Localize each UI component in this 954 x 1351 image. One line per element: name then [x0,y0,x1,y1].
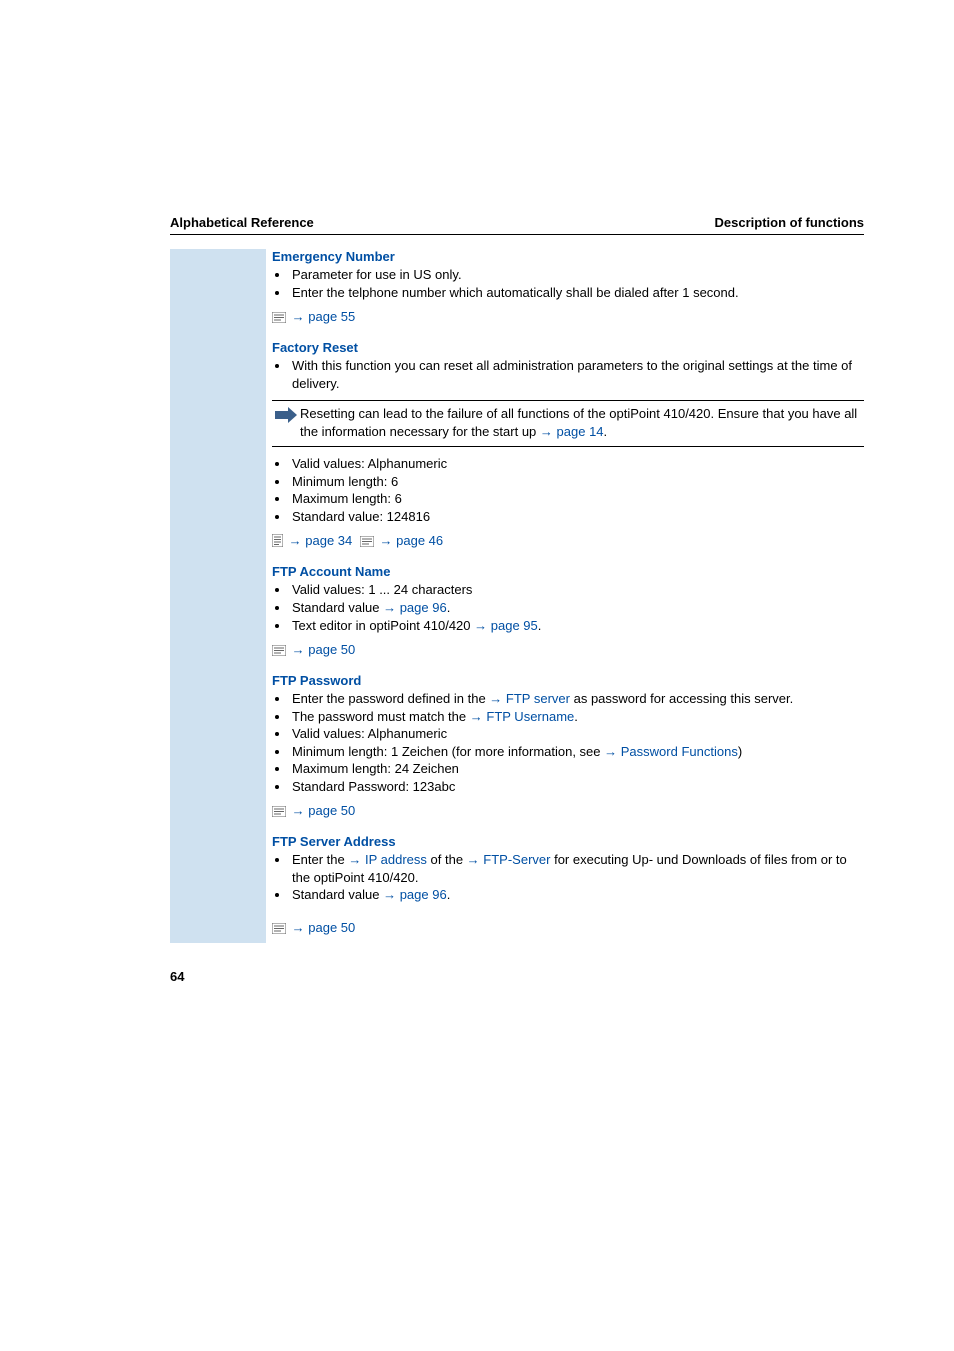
list-item: Maximum length: 24 Zeichen [290,760,864,778]
arrow-icon: → [289,533,302,548]
section-title-ftp-account: FTP Account Name [272,564,864,579]
ref-link[interactable]: page 96 [400,600,447,615]
arrow-icon: → [470,709,483,724]
list-item: Standard Password: 123abc [290,778,864,796]
list-item: Valid values: Alphanumeric [290,455,864,473]
arrow-icon: → [292,642,305,657]
list-item: With this function you can reset all adm… [290,357,864,392]
ref-icon [272,644,286,659]
header-right: Description of functions [715,215,865,230]
cross-ref[interactable]: → page 50 [272,920,864,937]
factory-list-1: With this function you can reset all adm… [272,357,864,392]
ref-link[interactable]: FTP server [506,691,570,706]
document-page: Alphabetical Reference Description of fu… [0,0,954,1136]
arrow-icon: → [292,920,305,935]
note-text: Resetting can lead to the failure of all… [300,405,864,440]
header-left: Alphabetical Reference [170,215,314,230]
ftp-password-list: Enter the password defined in the → FTP … [272,690,864,795]
list-item: The password must match the → FTP Userna… [290,708,864,726]
ref-link[interactable]: page 50 [308,920,355,935]
arrow-icon: → [540,424,553,439]
list-item: Valid values: Alphanumeric [290,725,864,743]
cross-ref[interactable]: → page 55 [272,309,864,326]
note-arrow-icon [272,405,300,440]
ref-icon [272,922,286,937]
ref-link[interactable]: page 96 [400,887,447,902]
list-item: Minimum length: 6 [290,473,864,491]
note-block: Resetting can lead to the failure of all… [272,400,864,447]
ref-link[interactable]: page 50 [308,803,355,818]
ref-link[interactable]: Password Functions [621,744,738,759]
list-item: Standard value: 124816 [290,508,864,526]
list-item: Enter the telphone number which automati… [290,284,864,302]
list-item: Enter the password defined in the → FTP … [290,690,864,708]
section-title-ftp-server: FTP Server Address [272,834,864,849]
arrow-icon: → [489,691,502,706]
emergency-list: Parameter for use in US only. Enter the … [272,266,864,301]
section-title-ftp-password: FTP Password [272,673,864,688]
list-item: Enter the → IP address of the → FTP-Serv… [290,851,864,886]
page-header: Alphabetical Reference Description of fu… [170,215,864,235]
arrow-icon: → [474,618,487,633]
arrow-icon: → [292,309,305,324]
ftp-server-list: Enter the → IP address of the → FTP-Serv… [272,851,864,904]
page-number: 64 [170,969,184,984]
section-title-factory: Factory Reset [272,340,864,355]
arrow-icon: → [383,887,396,902]
ref-icon [272,805,286,820]
list-item: Standard value → page 96. [290,886,864,904]
main-content: Emergency Number Parameter for use in US… [266,249,864,943]
list-item: Valid values: 1 ... 24 characters [290,581,864,599]
ref-icon [272,311,286,326]
ref-link[interactable]: IP address [365,852,427,867]
content-area: Emergency Number Parameter for use in US… [170,249,864,943]
arrow-icon: → [383,600,396,615]
cross-ref[interactable]: → page 50 [272,803,864,820]
cross-ref[interactable]: → page 50 [272,642,864,659]
ref-link[interactable]: FTP Username [486,709,574,724]
section-title-emergency: Emergency Number [272,249,864,264]
list-item: Maximum length: 6 [290,490,864,508]
ref-link[interactable]: page 34 [305,533,352,548]
ref-link[interactable]: page 46 [396,533,443,548]
arrow-icon: → [292,803,305,818]
ref-link[interactable]: page 14 [557,424,604,439]
list-item: Standard value → page 96. [290,599,864,617]
ref-icon [360,535,374,550]
arrow-icon: → [467,852,480,867]
arrow-icon: → [604,744,617,759]
ref-link[interactable]: page 55 [308,309,355,324]
arrow-icon: → [380,533,393,548]
ref-link[interactable]: page 50 [308,642,355,657]
side-band [170,249,266,943]
factory-list-2: Valid values: Alphanumeric Minimum lengt… [272,455,864,525]
ref-link[interactable]: FTP-Server [483,852,550,867]
ref-icon [272,534,283,550]
arrow-icon: → [348,852,361,867]
list-item: Parameter for use in US only. [290,266,864,284]
cross-ref[interactable]: → page 34 → page 46 [272,533,864,550]
list-item: Minimum length: 1 Zeichen (for more info… [290,743,864,761]
ref-link[interactable]: page 95 [491,618,538,633]
ftp-account-list: Valid values: 1 ... 24 characters Standa… [272,581,864,634]
list-item: Text editor in optiPoint 410/420 → page … [290,617,864,635]
